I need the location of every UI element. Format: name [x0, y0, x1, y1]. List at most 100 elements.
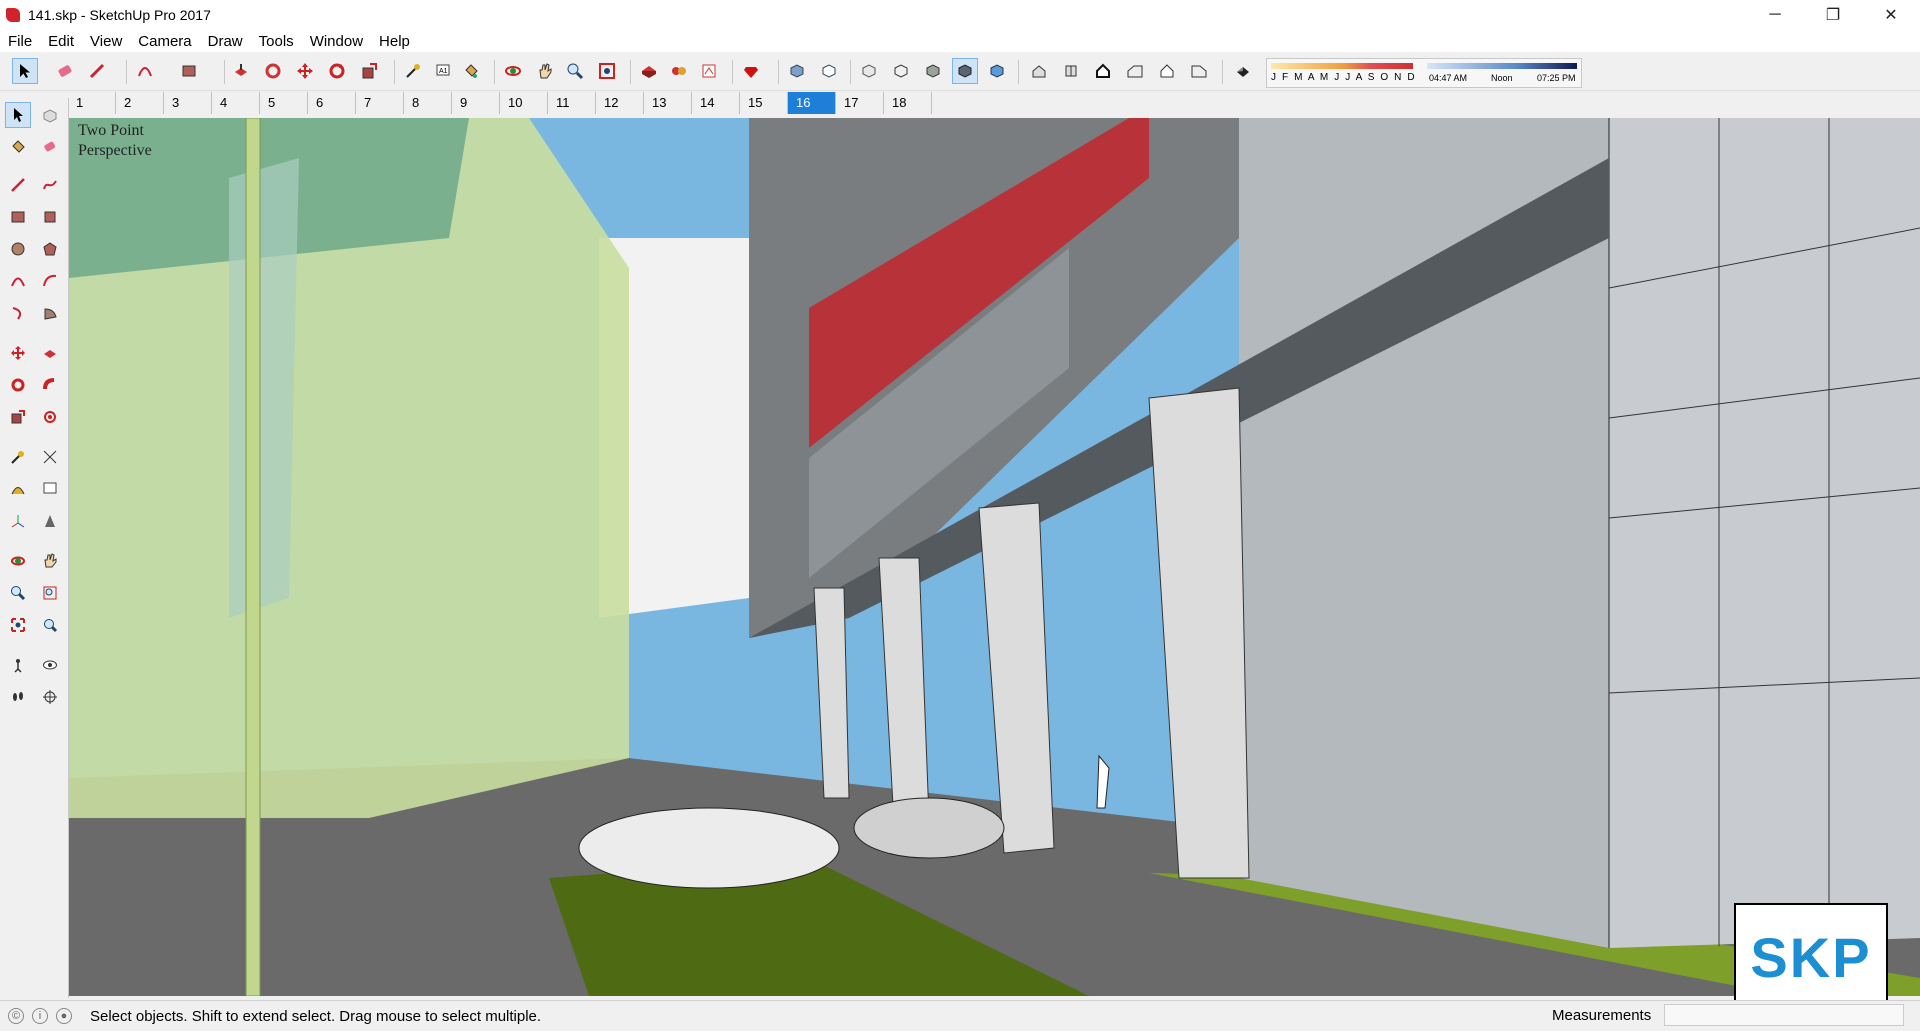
- pan-tool-side[interactable]: [37, 548, 63, 574]
- menu-draw[interactable]: Draw: [200, 33, 251, 50]
- user-icon[interactable]: ●: [56, 1008, 72, 1024]
- sketchup-app-icon[interactable]: [6, 8, 20, 22]
- zoom-button[interactable]: [562, 58, 588, 84]
- eraser-tool-side[interactable]: [37, 134, 63, 160]
- scene-tab-15[interactable]: 15: [740, 92, 788, 114]
- select-tool-side[interactable]: [5, 102, 31, 128]
- paint-bucket-button[interactable]: [458, 58, 484, 84]
- paint-bucket-tool-side[interactable]: [5, 134, 31, 160]
- rectangle-tool[interactable]: [5, 204, 31, 230]
- scene-tab-3[interactable]: 3: [164, 92, 212, 114]
- extension-warehouse-button[interactable]: [666, 58, 692, 84]
- right-view-button[interactable]: [1122, 58, 1148, 84]
- xray-style-button[interactable]: [856, 58, 882, 84]
- zoom-extents-tool-side[interactable]: [5, 612, 31, 638]
- scene-tab-6[interactable]: 6: [308, 92, 356, 114]
- previous-view-tool[interactable]: [37, 612, 63, 638]
- model-viewport[interactable]: Two Point Perspective: [69, 118, 1920, 996]
- look-around-tool[interactable]: [37, 652, 63, 678]
- pie-tool[interactable]: [37, 300, 63, 326]
- scene-tab-18[interactable]: 18: [884, 92, 932, 114]
- menu-window[interactable]: Window: [302, 33, 371, 50]
- orbit-tool-side[interactable]: [5, 548, 31, 574]
- arc-tool-button[interactable]: [132, 58, 158, 84]
- push-pull-button[interactable]: [228, 58, 254, 84]
- textured-style-button[interactable]: [952, 58, 978, 84]
- top-view-button[interactable]: [1058, 58, 1084, 84]
- scene-tab-2[interactable]: 2: [116, 92, 164, 114]
- walk-tool[interactable]: [5, 684, 31, 710]
- tape-measure-tool-side[interactable]: [5, 444, 31, 470]
- two-point-arc-tool[interactable]: [37, 268, 63, 294]
- solid-tool-2-button[interactable]: [816, 58, 842, 84]
- rotated-rectangle-tool[interactable]: [37, 204, 63, 230]
- rotate-button[interactable]: [324, 58, 350, 84]
- scene-tab-10[interactable]: 10: [500, 92, 548, 114]
- zoom-extents-button[interactable]: [594, 58, 620, 84]
- scene-tab-5[interactable]: 5: [260, 92, 308, 114]
- scale-button[interactable]: [356, 58, 382, 84]
- wireframe-style-button[interactable]: [888, 58, 914, 84]
- measurements-input[interactable]: [1664, 1004, 1904, 1026]
- menu-camera[interactable]: Camera: [130, 33, 199, 50]
- left-view-button[interactable]: [1186, 58, 1212, 84]
- make-component-tool[interactable]: [37, 102, 63, 128]
- section-plane-tool[interactable]: [37, 684, 63, 710]
- warehouse-button[interactable]: [636, 58, 662, 84]
- scene-tab-13[interactable]: 13: [644, 92, 692, 114]
- solid-tool-1-button[interactable]: [784, 58, 810, 84]
- tape-measure-button[interactable]: [400, 58, 426, 84]
- text-tool-side[interactable]: [37, 476, 63, 502]
- 3d-text-tool[interactable]: [37, 508, 63, 534]
- scale-tool-side[interactable]: [5, 404, 31, 430]
- menu-help[interactable]: Help: [371, 33, 418, 50]
- layout-send-button[interactable]: [696, 58, 722, 84]
- info-icon[interactable]: i: [32, 1008, 48, 1024]
- pan-button[interactable]: [532, 58, 558, 84]
- menu-view[interactable]: View: [82, 33, 130, 50]
- offset-button[interactable]: [260, 58, 286, 84]
- freehand-tool[interactable]: [37, 172, 63, 198]
- dimension-tool[interactable]: [37, 444, 63, 470]
- menu-edit[interactable]: Edit: [40, 33, 82, 50]
- line-tool-button[interactable]: [84, 58, 110, 84]
- time-slider-bar[interactable]: [1427, 63, 1577, 69]
- orbit-button[interactable]: [500, 58, 526, 84]
- scene-tab-4[interactable]: 4: [212, 92, 260, 114]
- zoom-window-tool[interactable]: [37, 580, 63, 606]
- close-button[interactable]: ✕: [1862, 0, 1920, 30]
- three-point-arc-tool[interactable]: [5, 300, 31, 326]
- geo-location-icon[interactable]: ©: [8, 1008, 24, 1024]
- follow-me-tool[interactable]: [37, 372, 63, 398]
- shadows-toggle-button[interactable]: [1230, 58, 1256, 84]
- line-tool-side[interactable]: [5, 172, 31, 198]
- text-button[interactable]: A1: [430, 58, 456, 84]
- zoom-tool-side[interactable]: [5, 580, 31, 606]
- scene-tab-7[interactable]: 7: [356, 92, 404, 114]
- restore-button[interactable]: ❐: [1804, 0, 1862, 30]
- monochrome-style-button[interactable]: [984, 58, 1010, 84]
- rotate-tool-side[interactable]: [5, 372, 31, 398]
- scene-tab-9[interactable]: 9: [452, 92, 500, 114]
- push-pull-tool-side[interactable]: [37, 340, 63, 366]
- scene-tab-1[interactable]: 1: [68, 92, 116, 114]
- iso-view-button[interactable]: [1026, 58, 1052, 84]
- move-button[interactable]: [292, 58, 318, 84]
- ruby-console-button[interactable]: [738, 58, 764, 84]
- shaded-style-button[interactable]: [920, 58, 946, 84]
- position-camera-tool[interactable]: [5, 652, 31, 678]
- polygon-tool[interactable]: [37, 236, 63, 262]
- menu-file[interactable]: File: [0, 33, 40, 50]
- scene-tab-16-active[interactable]: 16: [788, 92, 836, 114]
- minimize-button[interactable]: ─: [1746, 0, 1804, 30]
- scene-tab-8[interactable]: 8: [404, 92, 452, 114]
- circle-tool[interactable]: [5, 236, 31, 262]
- scene-tab-17[interactable]: 17: [836, 92, 884, 114]
- back-view-button[interactable]: [1154, 58, 1180, 84]
- protractor-tool[interactable]: [5, 476, 31, 502]
- front-view-button[interactable]: [1090, 58, 1116, 84]
- scene-tab-11[interactable]: 11: [548, 92, 596, 114]
- offset-tool-side[interactable]: [37, 404, 63, 430]
- scene-tab-14[interactable]: 14: [692, 92, 740, 114]
- select-tool-button[interactable]: [12, 58, 38, 84]
